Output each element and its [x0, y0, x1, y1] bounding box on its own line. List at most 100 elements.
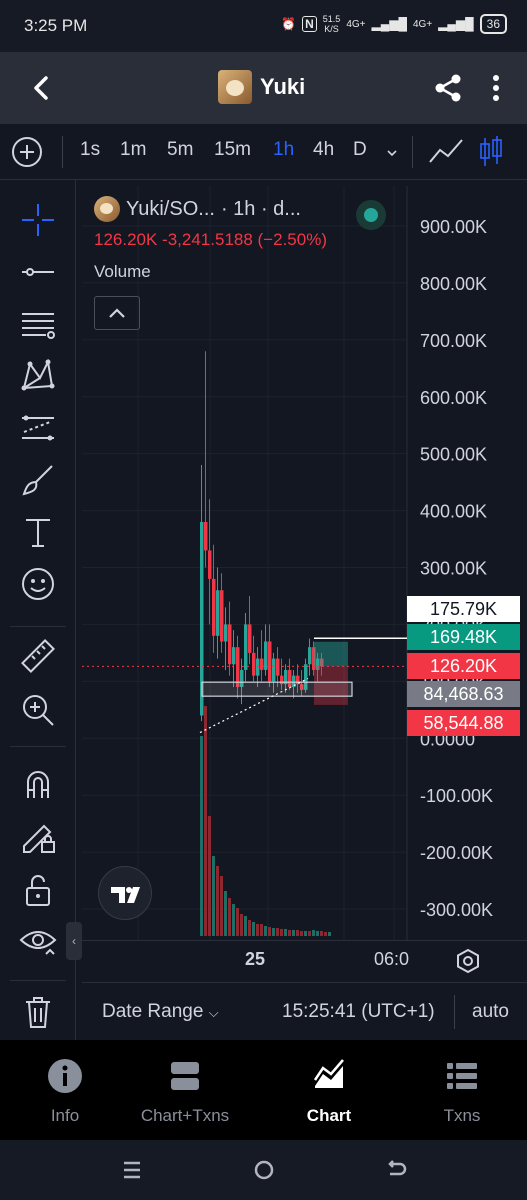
- divider: [10, 626, 66, 627]
- nav-chart[interactable]: Chart: [264, 1058, 394, 1126]
- eye-icon[interactable]: [18, 920, 58, 960]
- recent-apps-icon[interactable]: [120, 1158, 144, 1182]
- system-nav-bar: [0, 1140, 527, 1200]
- net-speed: 51.5 K/S: [322, 14, 341, 34]
- token-title: Yuki: [218, 70, 305, 104]
- volume-bar: [272, 928, 275, 936]
- price-label-crosshair: 84,468.63: [407, 681, 520, 707]
- forecast-icon[interactable]: [18, 408, 58, 448]
- share-icon[interactable]: [432, 72, 464, 104]
- volume-bar: [324, 932, 327, 936]
- list-icon: [397, 1058, 527, 1094]
- volume-bar: [204, 706, 207, 936]
- back-arrow-icon[interactable]: [24, 70, 60, 106]
- candle-body: [244, 624, 248, 670]
- candle-body: [264, 641, 268, 670]
- trend-line-icon[interactable]: [18, 252, 58, 292]
- zoom-in-icon[interactable]: [18, 690, 58, 730]
- candle-chart-type-icon[interactable]: [478, 134, 504, 175]
- volume-bar: [292, 930, 295, 936]
- nav-chart-txns[interactable]: Chart+Txns: [120, 1058, 250, 1126]
- tradingview-logo-icon[interactable]: [98, 866, 152, 920]
- line-chart-type-icon[interactable]: [428, 136, 464, 173]
- trash-icon[interactable]: [18, 992, 58, 1032]
- legend-symbol-row[interactable]: Yuki/SO... · 1h · d...: [94, 196, 327, 222]
- price-tick-label: -200.00K: [420, 843, 493, 863]
- tf-1s[interactable]: 1s: [80, 139, 100, 161]
- price-label-target: 169.48K: [407, 624, 520, 650]
- price-tick-label: 700.00K: [420, 331, 487, 351]
- info-icon: [0, 1058, 130, 1094]
- lock-drawings-icon[interactable]: [18, 816, 58, 856]
- volume-bar: [296, 930, 299, 936]
- tf-5m[interactable]: 5m: [167, 139, 193, 161]
- price-tick-label: -100.00K: [420, 786, 493, 806]
- chart-legend: Yuki/SO... · 1h · d... 126.20K -3,241.51…: [94, 196, 386, 330]
- auto-scale-button[interactable]: auto: [472, 1001, 509, 1023]
- time-axis[interactable]: 25 06:0: [82, 940, 527, 980]
- volume-bar: [256, 924, 259, 936]
- volume-bar: [212, 856, 215, 936]
- settings-hex-icon[interactable]: [454, 947, 482, 975]
- volume-bar: [260, 924, 263, 936]
- legend-price: 126.20K -3,241.5188 (−2.50%): [94, 230, 327, 249]
- volume-bar: [280, 929, 283, 936]
- nav-info[interactable]: Info: [0, 1058, 130, 1126]
- legend-symbol: Yuki/SO...: [126, 197, 215, 220]
- brush-icon[interactable]: [18, 460, 58, 500]
- tf-1h[interactable]: 1h: [273, 139, 294, 161]
- price-tick-label: 500.00K: [420, 445, 487, 465]
- pattern-icon[interactable]: [18, 356, 58, 396]
- magnet-icon[interactable]: [18, 764, 58, 804]
- text-tool-icon[interactable]: [18, 512, 58, 552]
- volume-bar: [284, 929, 287, 936]
- emoji-icon[interactable]: [18, 564, 58, 604]
- unlock-icon[interactable]: [18, 870, 58, 910]
- divider: [62, 136, 63, 168]
- chevron-down-icon[interactable]: [386, 146, 398, 158]
- timeframe-bar: 1s 1m 5m 15m 1h 4h D: [0, 124, 527, 180]
- bottom-nav: Info Chart+Txns Chart Txns: [0, 1040, 527, 1140]
- timezone-clock[interactable]: 15:25:41 (UTC+1): [282, 1001, 435, 1023]
- price-tick-label: 300.00K: [420, 559, 487, 579]
- crosshair-icon[interactable]: [18, 200, 58, 240]
- volume-bar: [240, 914, 243, 936]
- nav-txns[interactable]: Txns: [397, 1058, 527, 1126]
- collapse-toolbar-handle[interactable]: ‹: [66, 922, 82, 960]
- chevron-down-icon: ⌵: [208, 1005, 219, 1020]
- token-avatar: [218, 70, 252, 104]
- drawing-toolbar: [0, 180, 76, 1040]
- volume-bar: [228, 898, 231, 936]
- legend-collapse-button[interactable]: [94, 296, 140, 330]
- tf-1m[interactable]: 1m: [120, 139, 146, 161]
- candle-body: [248, 624, 252, 653]
- tf-D[interactable]: D: [353, 139, 367, 161]
- add-symbol-icon[interactable]: [12, 137, 42, 167]
- candle-body: [220, 590, 224, 642]
- volume-bar: [276, 928, 279, 936]
- back-icon[interactable]: [384, 1158, 408, 1182]
- volume-bar: [224, 891, 227, 936]
- volume-bar: [264, 926, 267, 936]
- signal-icon-2: 4G+: [412, 18, 433, 30]
- price-tick-label: -300.00K: [420, 900, 493, 920]
- volume-bar: [208, 816, 211, 936]
- volume-bar: [236, 908, 239, 936]
- fib-lines-icon[interactable]: [18, 304, 58, 344]
- tf-15m[interactable]: 15m: [214, 139, 251, 161]
- candle-body: [208, 550, 212, 579]
- date-range-button[interactable]: Date Range ⌵: [102, 1001, 219, 1023]
- home-icon[interactable]: [252, 1158, 276, 1182]
- tf-4h[interactable]: 4h: [313, 139, 334, 161]
- ruler-icon[interactable]: [18, 636, 58, 676]
- time-label-06: 06:0: [374, 949, 410, 969]
- price-tick-label: 800.00K: [420, 274, 487, 294]
- volume-bar: [312, 930, 315, 936]
- price-label-stop: 58,544.88: [407, 710, 520, 736]
- volume-bar: [252, 922, 255, 936]
- status-time: 3:25 PM: [24, 16, 88, 35]
- more-vert-icon[interactable]: [486, 72, 506, 104]
- candle-body: [204, 521, 208, 551]
- candle-body: [212, 578, 216, 636]
- volume-bar: [216, 866, 219, 936]
